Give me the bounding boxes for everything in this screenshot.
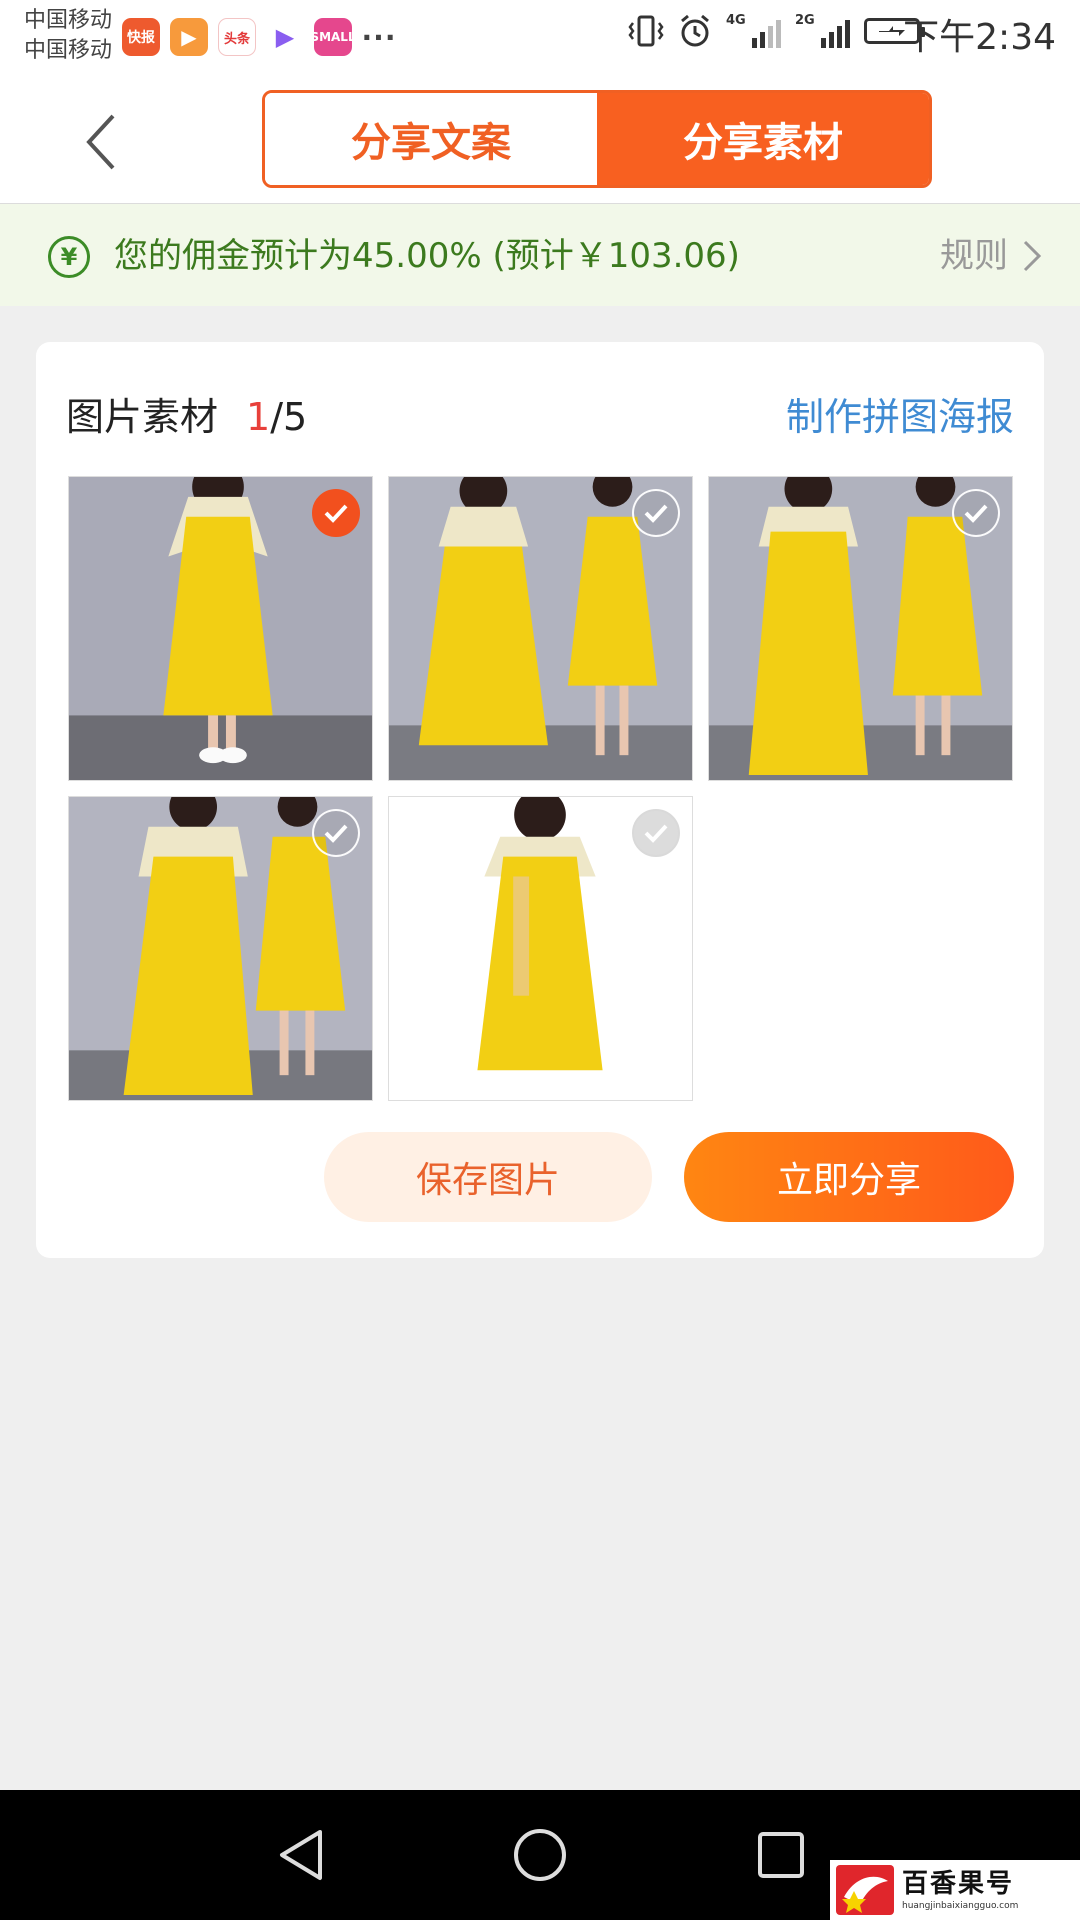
unselected-check-icon[interactable] [632,809,680,857]
top-navigation: 分享文案 分享素材 [0,80,1080,204]
back-button[interactable] [70,106,130,178]
play-app-icon: ▶ [266,18,304,56]
status-bar: 中国移动 中国移动 快报 ▶ 头条 ▶ SMALL ··· 4G 2G 下午2:… [0,0,1080,80]
image-thumbnail-1[interactable] [68,476,373,781]
unselected-check-icon[interactable] [632,489,680,537]
watermark: 百香果号 huangjinbaixiangguo.com [830,1860,1080,1920]
watermark-main: 百香果号 [902,1869,1015,1899]
unselected-check-icon[interactable] [952,489,1000,537]
make-collage-poster-link[interactable]: 制作拼图海报 [786,392,1014,442]
chevron-right-icon [1023,240,1042,272]
material-card: 图片素材 1/5 制作拼图海报 保存图片 立即分享 [36,342,1044,1258]
circle-home-icon [514,1829,566,1881]
share-tabs: 分享文案 分享素材 [262,90,932,188]
signal-2g-label: 2G [795,13,815,28]
alarm-icon [681,14,709,47]
triangle-back-icon [280,1830,322,1880]
commission-text: 您的佣金预计为45.00% (预计￥103.06) [114,236,740,276]
clock: 下午2:34 [903,17,1056,58]
carrier-info: 中国移动 中国移动 [24,6,112,66]
image-thumbnail-2[interactable] [388,476,693,781]
tab-share-copy[interactable]: 分享文案 [265,93,597,185]
watermark-text: 百香果号 huangjinbaixiangguo.com [902,1868,1018,1912]
toutiao-app-icon: 头条 [218,18,256,56]
rules-label: 规则 [940,236,1008,276]
save-images-button[interactable]: 保存图片 [324,1132,652,1222]
signal-4g-label: 4G [726,13,746,28]
system-icons: 4G 2G [628,14,925,48]
square-recents-icon [758,1832,804,1878]
more-notifications-icon: ··· [362,20,396,54]
vibrate-icon [628,15,664,47]
image-index-current: 1 [246,395,271,439]
nav-home-button[interactable] [505,1820,575,1890]
yen-icon: ¥ [48,236,90,278]
tab-share-material[interactable]: 分享素材 [597,93,929,185]
image-thumbnail-4[interactable] [68,796,373,1101]
rules-link[interactable]: 规则 [940,234,1042,278]
image-thumbnail-5[interactable] [388,796,693,1101]
watermark-sub: huangjinbaixiangguo.com [902,1901,1019,1911]
image-index-total: /5 [270,395,308,439]
selected-check-icon[interactable] [312,489,360,537]
nav-recents-button[interactable] [746,1820,816,1890]
image-thumbnail-3[interactable] [708,476,1013,781]
signal-2g-icon: 2G [795,14,850,48]
carrier-2: 中国移动 [24,38,113,63]
commission-banner: ¥ 您的佣金预计为45.00% (预计￥103.06) 规则 [0,204,1080,306]
unselected-check-icon[interactable] [312,809,360,857]
share-now-button[interactable]: 立即分享 [684,1132,1014,1222]
kuaibao-app-icon: 快报 [122,18,160,56]
notification-icons: 快报 ▶ 头条 ▶ SMALL ··· [122,18,396,56]
nav-back-button[interactable] [266,1820,336,1890]
material-title: 图片素材 [66,395,219,439]
shop-app-icon: SMALL [314,18,352,56]
video-app-icon: ▶ [170,18,208,56]
watermark-logo [836,1865,894,1915]
signal-4g-icon: 4G [726,14,781,48]
carrier-1: 中国移动 [24,8,113,33]
chevron-left-icon [86,114,115,170]
card-title: 图片素材 1/5 [66,392,307,442]
